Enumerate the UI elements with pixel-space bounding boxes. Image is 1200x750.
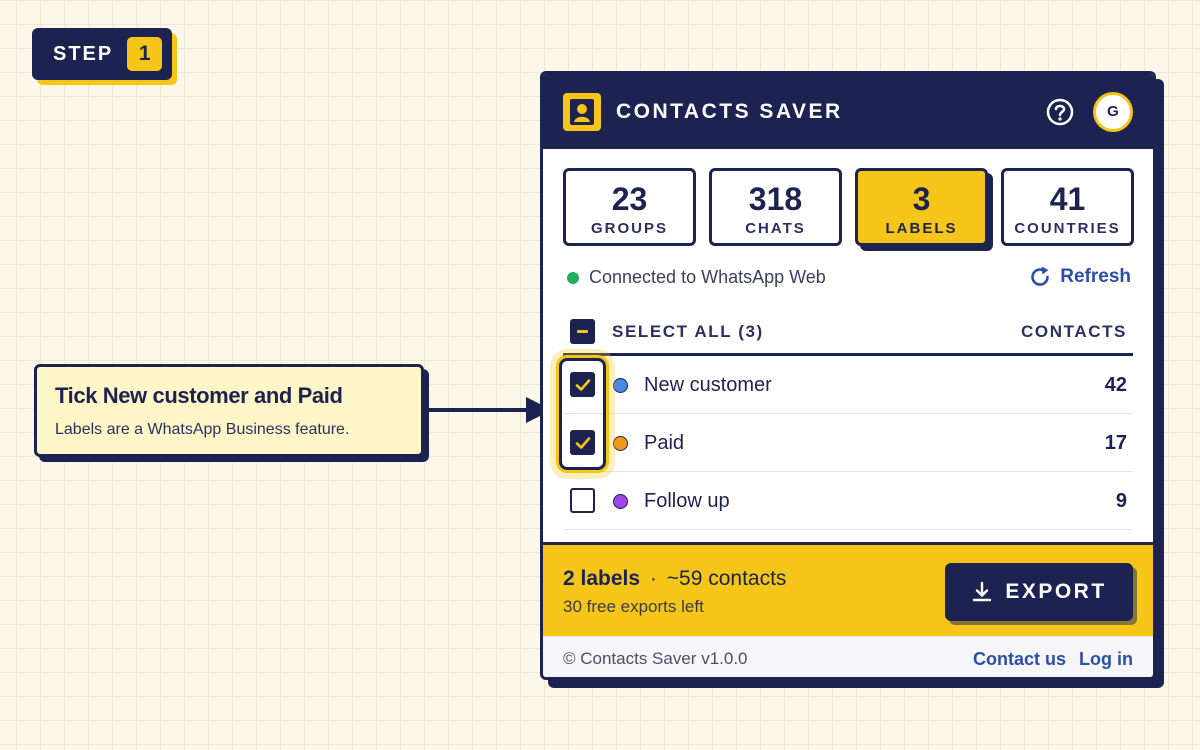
- select-all-checkbox[interactable]: [570, 319, 595, 344]
- selection-footer: 2 labels · ~59 contacts 30 free exports …: [543, 542, 1153, 636]
- label-row-paid[interactable]: Paid 17: [563, 414, 1133, 472]
- connection-status-row: Connected to WhatsApp Web Refresh: [543, 254, 1153, 304]
- label-color-dot: [613, 436, 628, 451]
- select-all-label[interactable]: SELECT ALL (3): [612, 322, 764, 342]
- stat-value: 23: [611, 181, 648, 217]
- panel-footer: © Contacts Saver v1.0.0 Contact us Log i…: [543, 636, 1153, 677]
- help-icon[interactable]: [1045, 97, 1075, 127]
- stat-label: COUNTRIES: [1014, 220, 1121, 237]
- callout-subtitle: Labels are a WhatsApp Business feature.: [55, 421, 350, 438]
- check-icon: [575, 436, 590, 449]
- label-row-new-customer[interactable]: New customer 42: [563, 356, 1133, 414]
- step-label: STEP: [53, 42, 114, 65]
- contacts-saver-logo-icon: [563, 92, 601, 131]
- label-name: New customer: [644, 374, 772, 396]
- stat-value: 318: [748, 181, 803, 217]
- instruction-callout: Tick New customer and Paid Labels are a …: [34, 364, 424, 457]
- connection-status-text: Connected to WhatsApp Web: [589, 267, 826, 287]
- list-header: SELECT ALL (3) CONTACTS: [563, 304, 1133, 356]
- stat-label: CHATS: [745, 220, 806, 237]
- refresh-label: Refresh: [1060, 266, 1131, 287]
- paid-checkbox[interactable]: [570, 430, 595, 455]
- stat-countries[interactable]: 41 COUNTRIES: [1001, 168, 1134, 246]
- label-color-dot: [613, 494, 628, 509]
- label-color-dot: [613, 378, 628, 393]
- follow-up-checkbox[interactable]: [570, 488, 595, 513]
- step-badge: STEP 1: [32, 28, 172, 80]
- step-number: 1: [127, 37, 163, 71]
- extension-panel: CONTACTS SAVER G 23 GROUPS 318 CHATS 3 L…: [540, 71, 1156, 680]
- label-name: Paid: [644, 432, 685, 454]
- label-count: 42: [1104, 374, 1127, 396]
- label-count: 9: [1115, 490, 1127, 512]
- new-customer-checkbox[interactable]: [570, 372, 595, 397]
- label-count: 17: [1104, 432, 1127, 454]
- selection-summary: 2 labels · ~59 contacts: [563, 567, 786, 591]
- export-label: EXPORT: [1005, 580, 1107, 603]
- stat-label: LABELS: [885, 220, 958, 237]
- stat-value: 41: [1049, 181, 1086, 217]
- footer-links: Contact us Log in: [973, 649, 1133, 670]
- stats-row: 23 GROUPS 318 CHATS 3 LABELS 41 COUNTRIE…: [543, 149, 1153, 254]
- stat-groups[interactable]: 23 GROUPS: [563, 168, 696, 246]
- check-icon: [575, 378, 590, 391]
- log-in-link[interactable]: Log in: [1079, 649, 1133, 670]
- label-name: Follow up: [644, 490, 730, 512]
- callout-title: Tick New customer and Paid: [55, 383, 343, 408]
- stat-labels[interactable]: 3 LABELS: [855, 168, 988, 246]
- pointer-arrow-icon: [428, 397, 552, 423]
- connection-status-dot: [567, 272, 579, 284]
- selected-contacts-count: ~59 contacts: [666, 567, 787, 590]
- copyright-text: © Contacts Saver v1.0.0: [563, 649, 748, 668]
- avatar[interactable]: G: [1093, 91, 1133, 132]
- download-icon: [973, 581, 992, 602]
- app-title: CONTACTS SAVER: [616, 99, 843, 123]
- stat-value: 3: [912, 181, 931, 217]
- free-exports-left: 30 free exports left: [563, 597, 704, 616]
- summary-separator: ·: [649, 567, 657, 590]
- stat-label: GROUPS: [590, 220, 668, 237]
- refresh-icon: [1031, 266, 1050, 286]
- label-row-follow-up[interactable]: Follow up 9: [563, 472, 1133, 530]
- selected-labels-count: 2 labels: [563, 567, 641, 590]
- stat-chats[interactable]: 318 CHATS: [709, 168, 842, 246]
- refresh-button[interactable]: Refresh: [1028, 265, 1131, 289]
- export-button[interactable]: EXPORT: [945, 563, 1133, 621]
- contact-us-link[interactable]: Contact us: [973, 649, 1066, 670]
- contacts-column-header: CONTACTS: [1021, 322, 1127, 341]
- panel-header: CONTACTS SAVER G: [543, 74, 1153, 149]
